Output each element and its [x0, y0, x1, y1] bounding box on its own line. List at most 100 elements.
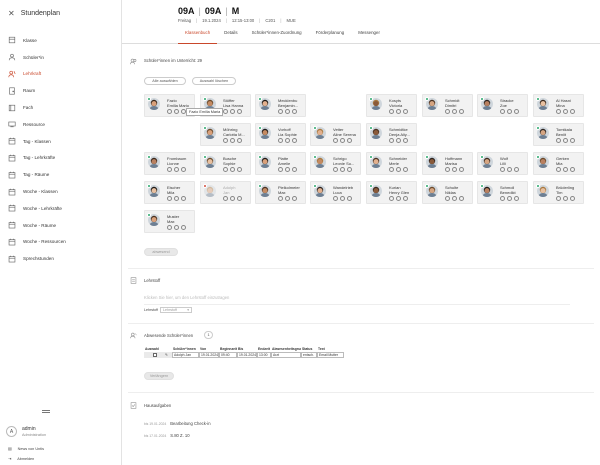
late-icon[interactable]: [285, 138, 290, 143]
more-icon[interactable]: [292, 138, 297, 143]
student-card[interactable]: Schmidtke Denja Aliy...: [366, 123, 417, 146]
late-icon[interactable]: [230, 167, 235, 172]
more-icon[interactable]: [292, 167, 297, 172]
sidebar-item-woche-r-ume[interactable]: Woche - Räume: [0, 217, 121, 234]
late-icon[interactable]: [174, 167, 179, 172]
student-card[interactable]: Kosyts Victoria: [366, 94, 417, 117]
more-icon[interactable]: [347, 196, 352, 201]
add-note-icon[interactable]: [445, 196, 450, 201]
more-icon[interactable]: [403, 138, 408, 143]
student-card[interactable]: Vetter Aline Serena: [310, 123, 361, 146]
clear-selection-button[interactable]: Auswahl löschen: [192, 77, 236, 85]
student-card[interactable]: Busche Sophie: [200, 152, 251, 175]
row-checkbox[interactable]: [153, 352, 157, 357]
sidebar-item-tag-klassen[interactable]: Tag - Klassen: [0, 133, 121, 150]
more-icon[interactable]: [403, 167, 408, 172]
late-icon[interactable]: [230, 109, 235, 114]
add-note-icon[interactable]: [500, 109, 505, 114]
student-card[interactable]: Schulte Niklas: [422, 181, 473, 204]
more-icon[interactable]: [570, 138, 575, 143]
student-card[interactable]: Schmidt Dimitri: [422, 94, 473, 117]
late-icon[interactable]: [452, 167, 457, 172]
more-icon[interactable]: [403, 196, 408, 201]
more-icon[interactable]: [181, 167, 186, 172]
more-icon[interactable]: [514, 109, 519, 114]
table-row[interactable]: ✎ Adolph Jan 19.01.2024 09:40 19.01.2024 13:0…: [144, 352, 344, 358]
sidebar-item-sprechstunden[interactable]: Sprechstunden: [0, 250, 121, 267]
student-card[interactable]: Pielkolmeier Max: [255, 181, 306, 204]
student-card[interactable]: Schmoll Benedikt: [477, 181, 528, 204]
add-note-icon[interactable]: [167, 196, 172, 201]
more-icon[interactable]: [570, 196, 575, 201]
sidebar-item-woche-klassen[interactable]: Woche - Klassen: [0, 183, 121, 200]
late-icon[interactable]: [563, 138, 568, 143]
student-card[interactable]: Schrigo Leonie Su...: [310, 152, 361, 175]
late-icon[interactable]: [285, 167, 290, 172]
late-icon[interactable]: [396, 138, 401, 143]
late-icon[interactable]: [563, 167, 568, 172]
add-note-icon[interactable]: [556, 196, 561, 201]
late-icon[interactable]: [174, 196, 179, 201]
student-card[interactable]: Mecklenbu Benjamin...: [255, 94, 306, 117]
late-icon[interactable]: [285, 196, 290, 201]
student-card[interactable]: Hoffmann Marisa: [422, 152, 473, 175]
add-note-icon[interactable]: [278, 196, 283, 201]
student-card[interactable]: Adolph Jan: [200, 181, 251, 204]
add-note-icon[interactable]: [333, 167, 338, 172]
more-icon[interactable]: [347, 138, 352, 143]
more-icon[interactable]: [403, 109, 408, 114]
sidebar-item-raum[interactable]: Raum: [0, 82, 121, 99]
late-icon[interactable]: [340, 167, 345, 172]
sidebar-item-tag-lehrkr-fte[interactable]: Tag - Lehrkräfte: [0, 150, 121, 167]
homework-entry[interactable]: bis 17.01.2024 S.80 Z. 10: [144, 433, 190, 438]
sidebar-item-fach[interactable]: Fach: [0, 99, 121, 116]
student-card[interactable]: Stracke Zoe: [477, 94, 528, 117]
more-icon[interactable]: [237, 109, 242, 114]
add-note-icon[interactable]: [223, 138, 228, 143]
select-all-button[interactable]: Alle auswählen: [144, 77, 186, 85]
more-icon[interactable]: [237, 167, 242, 172]
sidebar-item-klasse[interactable]: Klasse: [0, 32, 121, 49]
more-icon[interactable]: [459, 109, 464, 114]
more-icon[interactable]: [237, 138, 242, 143]
late-icon[interactable]: [563, 109, 568, 114]
add-note-icon[interactable]: [278, 138, 283, 143]
add-note-icon[interactable]: [223, 109, 228, 114]
add-note-icon[interactable]: [333, 138, 338, 143]
add-note-icon[interactable]: [445, 109, 450, 114]
more-icon[interactable]: [570, 167, 575, 172]
add-note-icon[interactable]: [167, 225, 172, 230]
add-note-icon[interactable]: [389, 138, 394, 143]
add-note-icon[interactable]: [389, 196, 394, 201]
student-card[interactable]: Eischer Mila: [144, 181, 195, 204]
add-note-icon[interactable]: [167, 109, 172, 114]
more-icon[interactable]: [292, 109, 297, 114]
late-icon[interactable]: [396, 196, 401, 201]
sidebar-item-lehrkraft[interactable]: Lehrkraft: [0, 66, 121, 83]
tab-sch-ler-innen-zuordnung[interactable]: Schüler*innen-Zuordnung: [245, 30, 309, 44]
late-icon[interactable]: [174, 225, 179, 230]
late-icon[interactable]: [230, 196, 235, 201]
add-note-icon[interactable]: [167, 167, 172, 172]
student-card[interactable]: Kurian Henry Glen: [366, 181, 417, 204]
late-icon[interactable]: [563, 196, 568, 201]
lesson-select[interactable]: Lehrstoff ▾: [160, 307, 192, 313]
more-icon[interactable]: [459, 167, 464, 172]
student-card[interactable]: Muster Max: [144, 210, 195, 233]
sidebar-item-ressource[interactable]: Ressource: [0, 116, 121, 133]
add-note-icon[interactable]: [389, 109, 394, 114]
more-icon[interactable]: [237, 196, 242, 201]
add-note-icon[interactable]: [333, 196, 338, 201]
tab-f-rderplanung[interactable]: Förderplanung: [309, 30, 352, 44]
lesson-input[interactable]: Klicken Sie hier, um den Lehrstoff einzu…: [144, 295, 229, 300]
late-icon[interactable]: [452, 109, 457, 114]
homework-entry[interactable]: bis 19.01.2024 Bearbeitung Check-in: [144, 421, 211, 426]
user-profile[interactable]: A admin Administration: [6, 426, 46, 437]
late-icon[interactable]: [230, 138, 235, 143]
add-note-icon[interactable]: [389, 167, 394, 172]
close-icon[interactable]: ✕: [8, 9, 15, 18]
student-card[interactable]: Tomtkala Beniit: [533, 123, 584, 146]
student-card[interactable]: Vorhoff Lia Sophie: [255, 123, 306, 146]
add-note-icon[interactable]: [556, 167, 561, 172]
news-link[interactable]: ▤ News von Untis: [8, 446, 44, 452]
